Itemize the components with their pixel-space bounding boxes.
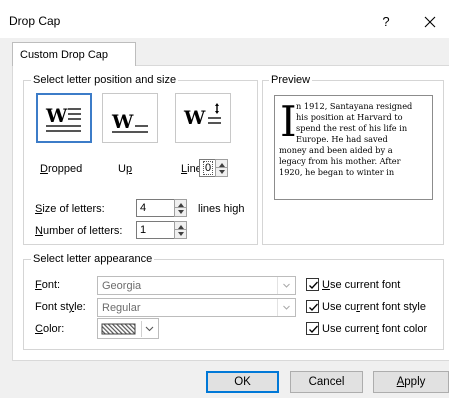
preview-box: I n 1912, Santayana resigned his positio… [274, 95, 433, 200]
ok-button[interactable]: OK [206, 371, 279, 393]
font-label: Font: [35, 279, 61, 291]
preview-line: money and been aided by a [279, 145, 393, 155]
preview-line: his position at Harvard to [296, 112, 403, 122]
spin-down-icon[interactable] [219, 170, 225, 174]
size-spinner-arrows[interactable] [174, 199, 187, 217]
size-unit-label: lines high [198, 203, 245, 215]
preview-line: n 1912, Santayana resigned [296, 101, 413, 111]
preview-line: 1920, he began to winter in [279, 167, 395, 177]
font-dropdown[interactable]: Georgia [97, 276, 296, 295]
close-button[interactable] [417, 10, 443, 34]
font-style-dropdown[interactable]: Regular [97, 298, 296, 317]
lines-option[interactable]: W [175, 93, 231, 143]
window-title: Drop Cap [9, 14, 61, 28]
number-value: 1 [140, 224, 147, 236]
drop-cap-dialog: Drop Cap ? Custom Drop Cap Select letter… [0, 0, 449, 398]
preview-line: legacy from his mother. After [279, 156, 401, 166]
up-label: Up [118, 163, 133, 175]
hatched-swatch-icon [101, 321, 154, 337]
use-current-font-style-checkbox[interactable] [306, 300, 319, 313]
color-label: Color: [35, 323, 65, 335]
cancel-button[interactable]: Cancel [290, 371, 363, 393]
dropped-option[interactable]: W [36, 93, 92, 143]
use-current-font-color-label: Use current font color [322, 323, 428, 335]
lines-icon: W [183, 103, 221, 129]
checkmark-icon [309, 325, 318, 333]
checkmark-icon [309, 281, 318, 289]
font-value: Georgia [102, 280, 142, 292]
use-current-font-color-checkbox[interactable] [306, 322, 319, 335]
font-style-dropdown-button[interactable] [277, 299, 295, 316]
chevron-down-icon [283, 283, 290, 288]
use-current-font-checkbox[interactable] [306, 278, 319, 291]
preview-line: Europe. He had saved [296, 134, 388, 144]
apply-button[interactable]: Apply [373, 371, 449, 393]
tab-custom-drop-cap[interactable]: Custom Drop Cap [12, 42, 136, 66]
color-picker[interactable] [97, 318, 159, 339]
title-bar: Drop Cap ? [0, 0, 449, 38]
up-option[interactable]: W [102, 93, 158, 143]
dropped-icon: W [44, 102, 84, 135]
lines-spinner[interactable]: 0 [199, 159, 228, 177]
number-spinner-arrows[interactable] [174, 221, 187, 239]
appearance-group-label: Select letter appearance [31, 253, 155, 265]
size-value: 4 [140, 202, 147, 214]
size-spinner[interactable]: 4 [136, 199, 187, 217]
help-button[interactable]: ? [373, 11, 399, 33]
number-label: Number of letters: [35, 225, 123, 237]
svg-text:W: W [111, 111, 134, 133]
preview-drop-letter: I [280, 97, 297, 146]
font-style-value: Regular [102, 302, 141, 314]
size-label: Size of letters: [35, 203, 105, 215]
number-spinner[interactable]: 1 [136, 221, 187, 239]
close-icon [424, 16, 436, 28]
preview-line: spend the rest of his life in [296, 123, 408, 133]
svg-text:W: W [183, 107, 206, 129]
lines-spinner-arrows[interactable] [215, 159, 228, 177]
font-style-label: Font style: [35, 301, 86, 313]
chevron-down-icon [283, 305, 290, 310]
preview-group-label: Preview [269, 74, 313, 86]
svg-text:W: W [45, 105, 68, 127]
use-current-font-label: Use current font [322, 279, 401, 291]
font-dropdown-button[interactable] [277, 277, 295, 294]
spin-down-icon[interactable] [178, 232, 184, 236]
spin-down-icon[interactable] [178, 210, 184, 214]
checkmark-icon [309, 303, 318, 311]
use-current-font-style-label: Use current font style [322, 301, 426, 313]
lines-value: 0 [203, 161, 214, 175]
up-icon: W [111, 111, 148, 133]
dropped-label: Dropped [40, 163, 83, 175]
position-size-group-label: Select letter position and size [31, 74, 179, 86]
